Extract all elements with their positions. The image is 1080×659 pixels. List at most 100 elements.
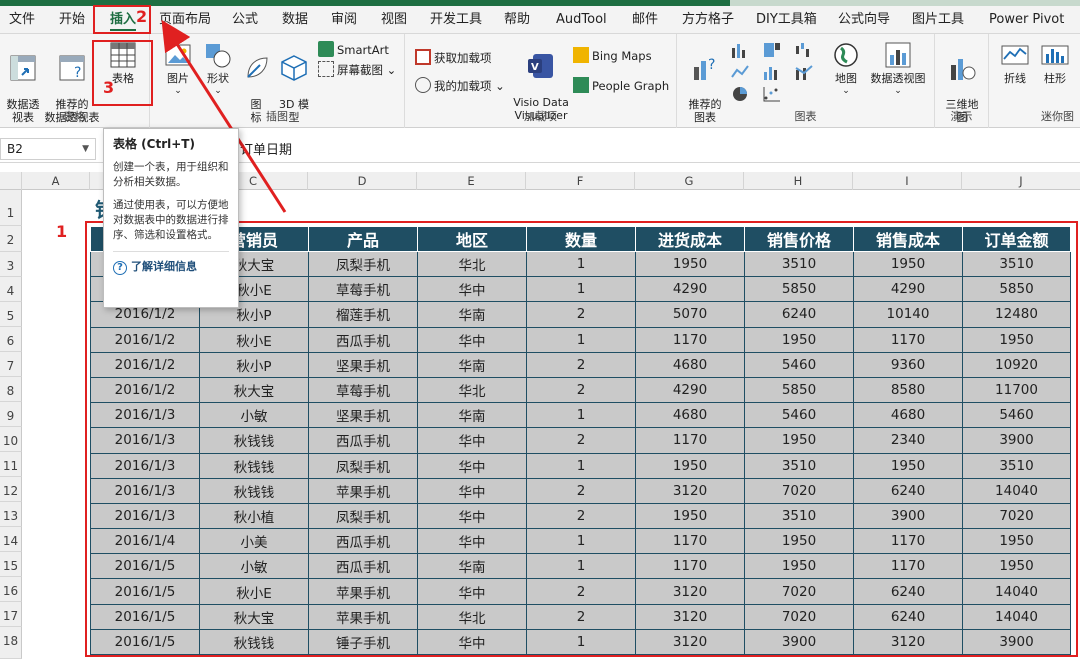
- table-tooltip: 表格 (Ctrl+T) 创建一个表，用于组织和分析相关数据。 通过使用表，可以方…: [103, 128, 239, 308]
- column-header-g[interactable]: G: [635, 172, 744, 190]
- row-header-7[interactable]: 7: [0, 352, 22, 377]
- table-button-highlight: [92, 40, 153, 106]
- scatter-chart-icon[interactable]: [763, 86, 781, 102]
- name-box[interactable]: B2 ▼: [0, 138, 96, 160]
- screenshot-button[interactable]: 屏幕截图 ⌄: [318, 60, 396, 80]
- tab-data[interactable]: 数据: [282, 6, 308, 33]
- row-header-10[interactable]: 10: [0, 427, 22, 452]
- sparkline-line-button[interactable]: 折线: [997, 40, 1033, 85]
- formula-input[interactable]: 订单日期: [240, 139, 292, 158]
- pivot-chart-icon: [885, 42, 911, 68]
- tab-audtool[interactable]: AudTool: [556, 6, 607, 33]
- addins-group: 获取加载项 我的加载项 ⌄ V Visio Data Visualizer Bi…: [405, 34, 677, 128]
- column-header-f[interactable]: F: [526, 172, 635, 190]
- column-header-d[interactable]: D: [308, 172, 417, 190]
- tab-fangfang[interactable]: 方方格子: [682, 6, 734, 33]
- tab-home[interactable]: 开始: [59, 6, 85, 33]
- row-header-8[interactable]: 8: [0, 377, 22, 402]
- addins-group-label: 加载项: [524, 110, 557, 123]
- tab-formulas[interactable]: 公式: [232, 6, 258, 33]
- tab-view[interactable]: 视图: [381, 6, 407, 33]
- column-chart-icon[interactable]: [731, 42, 749, 58]
- tab-formula-wizard[interactable]: 公式向导: [838, 6, 890, 33]
- column-header-j[interactable]: J: [962, 172, 1080, 190]
- select-all-corner[interactable]: [0, 172, 22, 190]
- charts-group: ? 推荐的 图表 地图 ⌄ 数据透视图 ⌄ 图表: [677, 34, 935, 128]
- row-header-13[interactable]: 13: [0, 502, 22, 527]
- bing-maps-button[interactable]: Bing Maps: [573, 46, 652, 66]
- row-header-1[interactable]: 1: [0, 190, 22, 226]
- tab-power-pivot[interactable]: Power Pivot: [989, 6, 1064, 33]
- waterfall-chart-icon[interactable]: [795, 42, 813, 58]
- row-header-14[interactable]: 14: [0, 527, 22, 552]
- row-header-2[interactable]: 2: [0, 226, 22, 252]
- tab-page-layout[interactable]: 页面布局: [159, 6, 211, 33]
- combo-chart-icon[interactable]: [795, 64, 813, 80]
- tab-picture-tools[interactable]: 图片工具: [912, 6, 964, 33]
- people-graph-icon: [573, 77, 589, 93]
- pie-chart-icon[interactable]: [731, 86, 749, 102]
- store-icon: [415, 49, 431, 65]
- annotation-1: 1: [56, 222, 68, 241]
- maps-button[interactable]: 地图 ⌄: [829, 40, 863, 98]
- chevron-down-icon: ▼: [82, 144, 89, 154]
- pivot-chart-label: 数据透视图: [870, 72, 926, 85]
- svg-text:?: ?: [708, 57, 715, 73]
- smartart-label: SmartArt: [337, 43, 389, 57]
- sparklines-group: 折线 柱形 迷你图: [989, 34, 1080, 128]
- name-box-value: B2: [7, 142, 23, 156]
- tooltip-title: 表格 (Ctrl+T): [113, 137, 195, 151]
- row-header-11[interactable]: 11: [0, 452, 22, 477]
- tours-group-label: 演示: [950, 110, 973, 123]
- row-header-12[interactable]: 12: [0, 477, 22, 502]
- tab-mail[interactable]: 邮件: [632, 6, 658, 33]
- screenshot-icon: [318, 61, 334, 77]
- tooltip-desc-2: 通过使用表，可以方便地对数据表中的数据进行排序、筛选和设置格式。: [113, 199, 229, 241]
- hierarchy-chart-icon[interactable]: [763, 42, 781, 58]
- row-header-3[interactable]: 3: [0, 252, 22, 277]
- bing-maps-label: Bing Maps: [592, 49, 652, 63]
- row-header-9[interactable]: 9: [0, 402, 22, 427]
- svg-text:V: V: [531, 62, 539, 73]
- row-header-5[interactable]: 5: [0, 302, 22, 327]
- tab-diy-toolbox[interactable]: DIY工具箱: [756, 6, 817, 33]
- my-addins-label: 我的加载项: [434, 79, 492, 93]
- globe-icon: [834, 43, 858, 67]
- pictures-button[interactable]: 图片 ⌄: [160, 40, 196, 98]
- shapes-button[interactable]: 形状 ⌄: [200, 40, 236, 98]
- row-header-15[interactable]: 15: [0, 552, 22, 577]
- tab-file[interactable]: 文件: [9, 6, 35, 33]
- column-header-e[interactable]: E: [417, 172, 526, 190]
- people-graph-button[interactable]: People Graph: [573, 76, 669, 96]
- column-header-h[interactable]: H: [744, 172, 853, 190]
- tab-help[interactable]: 帮助: [504, 6, 530, 33]
- illustrations-group: 图片 ⌄ 形状 ⌄ 图 标 3D 模 型 SmartArt 屏幕截图 ⌄ 插图: [150, 34, 405, 128]
- get-addins-button[interactable]: 获取加载项: [415, 48, 492, 68]
- annotation-3: 3: [103, 78, 115, 97]
- learn-more-label: 了解详细信息: [131, 260, 197, 273]
- row-header-6[interactable]: 6: [0, 327, 22, 352]
- ribbon: 数据透 视表 ? 推荐的 数据透视表 表格 表格 图片 ⌄ 形状 ⌄ 图 标 3…: [0, 34, 1080, 128]
- my-addins-button[interactable]: 我的加载项 ⌄: [415, 76, 505, 96]
- icons-leaf-icon: [247, 57, 268, 78]
- row-header-17[interactable]: 17: [0, 602, 22, 627]
- smartart-button[interactable]: SmartArt: [318, 40, 389, 60]
- shapes-label: 形状: [207, 72, 229, 85]
- tab-review[interactable]: 审阅: [331, 6, 357, 33]
- row-header-4[interactable]: 4: [0, 277, 22, 302]
- picture-icon: [165, 44, 191, 66]
- visio-icon: V: [528, 54, 553, 78]
- statistic-chart-icon[interactable]: [763, 64, 781, 80]
- smartart-icon: [318, 41, 334, 57]
- shapes-icon: [206, 44, 231, 68]
- row-header-16[interactable]: 16: [0, 577, 22, 602]
- column-header-i[interactable]: I: [853, 172, 962, 190]
- line-chart-icon[interactable]: [731, 64, 749, 80]
- tab-developer[interactable]: 开发工具: [430, 6, 482, 33]
- learn-more-link[interactable]: ? 了解详细信息: [113, 258, 229, 275]
- column-header-a[interactable]: A: [22, 172, 90, 190]
- sparkline-column-button[interactable]: 柱形: [1037, 40, 1073, 85]
- pivot-chart-button[interactable]: 数据透视图 ⌄: [865, 40, 931, 98]
- sparkline-line-icon: [1001, 45, 1029, 65]
- row-header-18[interactable]: 18: [0, 627, 22, 659]
